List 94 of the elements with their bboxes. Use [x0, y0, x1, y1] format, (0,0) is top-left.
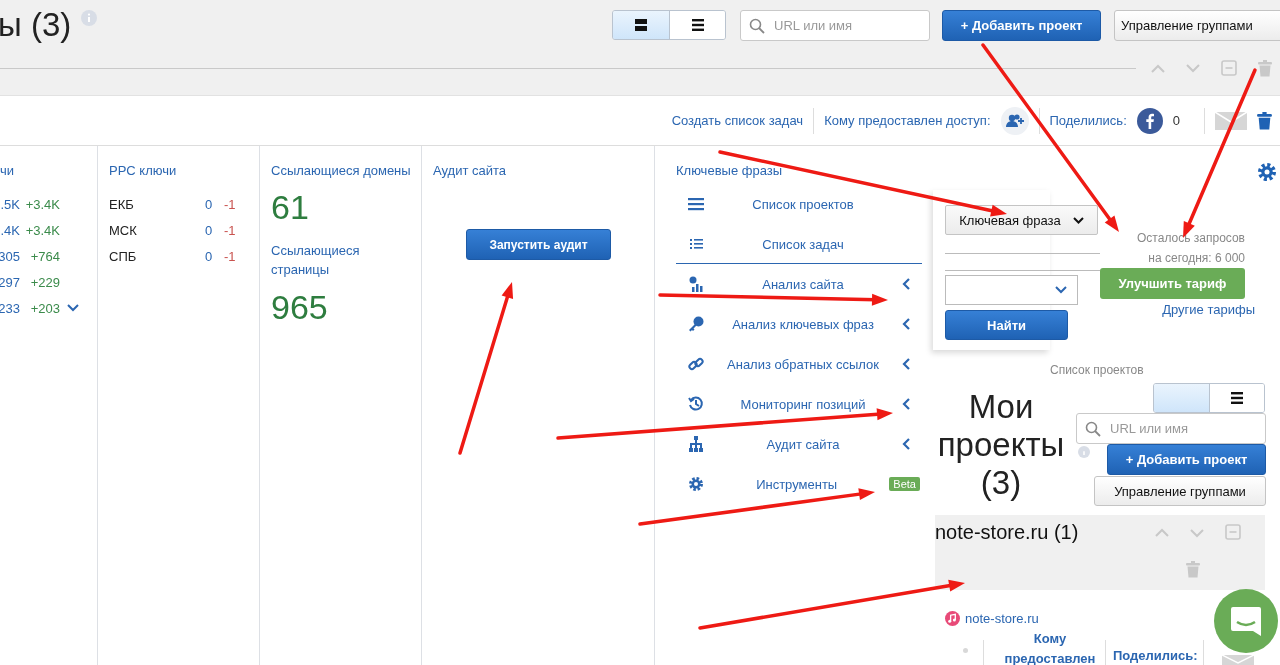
- keyword-count: .5K: [0, 196, 20, 212]
- list-icon: [688, 236, 704, 252]
- collapse-icon[interactable]: [1221, 60, 1237, 76]
- column-title: Аудит сайта: [433, 163, 507, 179]
- keyword-delta: +229: [29, 274, 60, 290]
- region-label: МСК: [109, 222, 138, 238]
- search-icon: [749, 17, 765, 34]
- chevron-left-icon: [902, 278, 910, 290]
- region-label: СПБ: [109, 248, 138, 264]
- breadcrumb[interactable]: Список проектов: [1050, 363, 1144, 377]
- column-title: чи: [0, 163, 16, 179]
- quota-text: Осталось запросов на сегодня: 6 000: [1136, 230, 1245, 267]
- region-label: ЕКБ: [109, 196, 135, 212]
- menu-item[interactable]: Анализ обратных ссылок: [676, 344, 922, 384]
- chart-icon: [688, 276, 704, 292]
- info-icon[interactable]: [81, 10, 98, 26]
- ppc-delta: -1: [224, 248, 236, 264]
- domains-count: 61: [271, 187, 310, 227]
- page-title: ы (3): [0, 5, 72, 45]
- rows-icon: [634, 18, 648, 32]
- other-plans-link[interactable]: Другие тарифы: [1162, 302, 1255, 317]
- chevron-up-icon[interactable]: [1155, 528, 1169, 537]
- caret-icon: [1072, 216, 1084, 224]
- menu-item[interactable]: Список задач: [676, 224, 922, 264]
- pages-count: 965: [271, 287, 329, 327]
- info-icon[interactable]: [1078, 446, 1090, 458]
- ppc-count: 0: [205, 222, 214, 238]
- chevron-left-icon: [902, 358, 910, 370]
- trash-icon[interactable]: [1257, 111, 1272, 130]
- music-icon: [945, 611, 960, 626]
- grid-view-button[interactable]: [613, 11, 669, 39]
- search-field[interactable]: URL или имя: [740, 9, 930, 41]
- caret-icon: [1055, 286, 1067, 294]
- menu-item[interactable]: Мониторинг позиций: [676, 384, 922, 424]
- column-title: Ключевые фразы: [676, 163, 784, 179]
- beta-badge: Beta: [889, 477, 920, 491]
- search-field[interactable]: URL или имя: [1076, 413, 1266, 444]
- chevron-down-icon[interactable]: [1186, 63, 1200, 73]
- column-title: PPC ключи: [109, 163, 178, 179]
- column-title: Ссылающиеся домены: [271, 163, 412, 179]
- facebook-icon[interactable]: [1136, 107, 1163, 134]
- add-project-button[interactable]: + Добавить проект: [942, 9, 1101, 41]
- search-icon: [1085, 421, 1101, 437]
- chevron-left-icon: [902, 318, 910, 330]
- link-icon: [688, 356, 704, 372]
- chevron-up-icon[interactable]: [1151, 63, 1165, 73]
- chevron-left-icon: [902, 438, 910, 450]
- find-button[interactable]: Найти: [945, 310, 1068, 340]
- access-label: Кому предоставлен: [1003, 630, 1097, 665]
- add-user-icon[interactable]: [1000, 106, 1029, 135]
- group-title: note-store.ru (1): [935, 521, 1079, 544]
- project-link[interactable]: note-store.ru: [965, 611, 1039, 626]
- settings-icon[interactable]: [1257, 162, 1277, 182]
- list-view-button[interactable]: [1208, 384, 1264, 412]
- add-project-button[interactable]: + Добавить проект: [1107, 444, 1266, 475]
- phrase-type-select[interactable]: Ключевая фраза: [945, 205, 1098, 235]
- menu-item[interactable]: Инструменты Beta: [676, 464, 922, 504]
- chevron-down-icon[interactable]: [1190, 529, 1204, 538]
- gear-icon: [688, 476, 704, 492]
- shared-label: Поделились:: [1113, 648, 1198, 663]
- keyword-delta: +3.4K: [24, 222, 60, 238]
- manage-groups-button[interactable]: Управление группами: [1094, 476, 1266, 506]
- menu-item[interactable]: Список проектов: [676, 184, 922, 224]
- keyword-delta: +203: [29, 300, 60, 316]
- tree-icon: [688, 436, 704, 452]
- manage-groups-button[interactable]: Управление группами: [1114, 9, 1280, 41]
- keyword-count: .4K: [0, 222, 20, 238]
- chevron-left-icon: [902, 398, 910, 410]
- menu-icon: [1229, 391, 1244, 405]
- ppc-count: 0: [205, 196, 214, 212]
- menu-icon: [690, 18, 705, 32]
- column-title: Ссылающиеся страницы: [271, 242, 361, 279]
- menu-icon: [688, 196, 704, 212]
- access-label: Кому предоставлен доступ:: [824, 113, 991, 128]
- keyword-delta: +3.4K: [24, 196, 60, 212]
- run-audit-button[interactable]: Запустить аудит: [466, 229, 611, 260]
- share-count: 0: [1172, 113, 1180, 128]
- keyword-delta: +764: [29, 248, 60, 264]
- chat-button[interactable]: [1214, 589, 1278, 653]
- key-icon: [688, 316, 704, 332]
- ppc-delta: -1: [224, 222, 236, 238]
- ppc-count: 0: [205, 248, 214, 264]
- history-icon: [688, 396, 704, 412]
- menu-item[interactable]: Анализ ключевых фраз: [676, 304, 922, 344]
- ppc-delta: -1: [224, 196, 236, 212]
- create-task-list-link[interactable]: Создать список задач: [671, 113, 804, 128]
- page-title: Мои проекты (3): [936, 388, 1066, 502]
- collapse-icon[interactable]: [1225, 524, 1241, 540]
- select-field[interactable]: [945, 275, 1078, 305]
- menu-item[interactable]: Анализ сайта: [676, 264, 922, 304]
- list-view-button[interactable]: [669, 11, 725, 39]
- menu-item[interactable]: Аудит сайта: [676, 424, 922, 464]
- shared-label: Поделились:: [1049, 113, 1127, 128]
- expand-icon[interactable]: [67, 304, 79, 312]
